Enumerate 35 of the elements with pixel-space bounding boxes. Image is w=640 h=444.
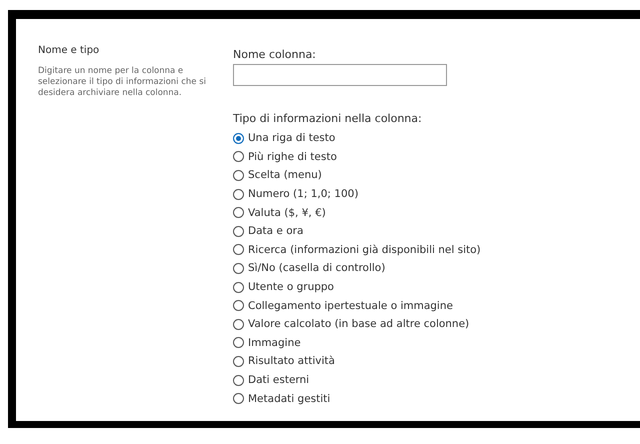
option-label: Numero (1; 1,0; 100) [248,188,358,200]
radio-button[interactable] [233,151,244,162]
radio-button[interactable] [233,282,244,293]
input-field[interactable] [233,64,447,86]
option-label: Ricerca (informazioni già disponibili nel sito) [248,244,481,256]
radio-button[interactable] [233,300,244,312]
section-description: Digitare un nome per la colonna e selezionare il tipo di informazioni che si desidera archiviare nella colonna. [38,66,208,99]
group-label: Tipo di informazioni nella colonna: [233,112,423,125]
radio-button[interactable] [233,188,244,200]
field-label: Nome colonna: [233,48,317,61]
option-label: Una riga di testo [248,132,336,144]
radio-button[interactable] [233,207,244,218]
radio-button[interactable] [233,170,244,181]
option-label: Valuta ($, ¥, €) [248,206,326,219]
radio-button[interactable] [233,132,244,144]
option-label: Metadati gestiti [248,392,330,405]
option-label: Collegamento ipertestuale o immagine [248,300,453,312]
option-label: Data e ora [248,225,304,238]
option-label: Dati esterni [248,374,310,386]
radio-button[interactable] [233,262,244,274]
radio-button[interactable] [233,244,244,256]
option-label: Valore calcolato (in base ad altre colonne) [248,318,470,330]
option-label: Risultato attività [248,355,335,368]
option-label: Sì/No (casella di controllo) [248,262,386,274]
radio-button[interactable] [233,374,244,386]
radio-button[interactable] [233,226,244,237]
option-label: Utente o gruppo [248,281,334,294]
radio-button[interactable] [233,318,244,330]
option-label: Immagine [248,336,301,349]
option-label: Scelta (menu) [248,169,322,182]
radio-button[interactable] [233,337,244,348]
option-label: Più righe di testo [248,150,337,163]
section-title: Nome e tipo [38,45,100,56]
radio-button[interactable] [233,356,244,367]
radio-button[interactable] [233,393,244,404]
